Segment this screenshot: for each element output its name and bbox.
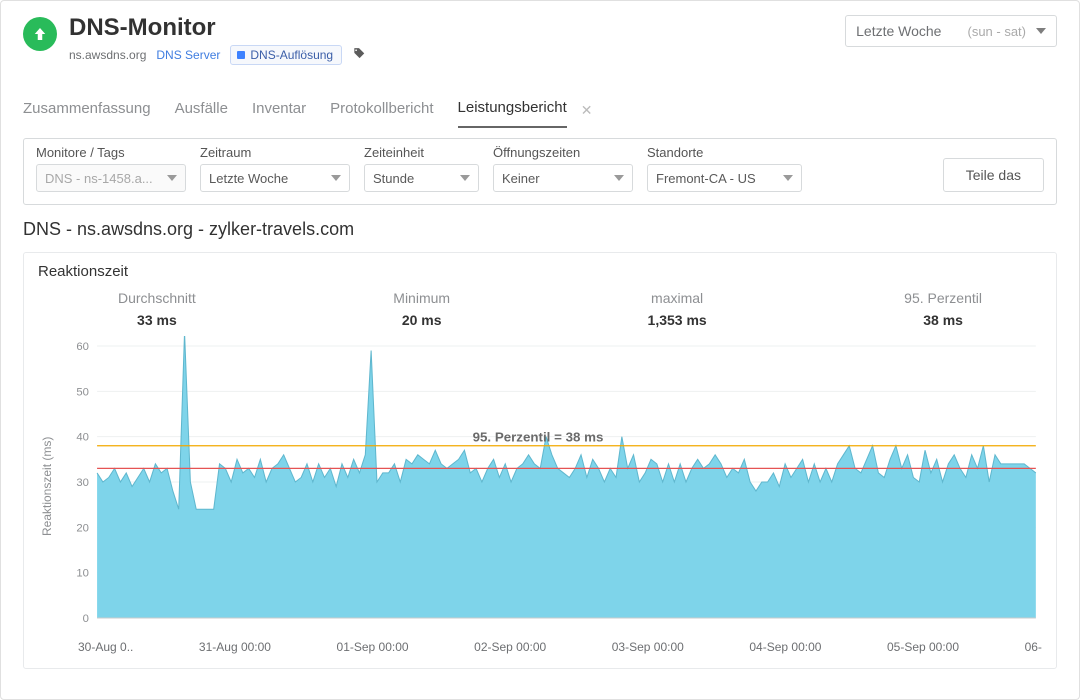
share-button[interactable]: Teile das	[943, 158, 1044, 192]
svg-text:0: 0	[83, 614, 89, 626]
chevron-down-icon	[1036, 28, 1046, 34]
chevron-down-icon	[614, 175, 624, 181]
x-axis-ticks: 30-Aug 0..31-Aug 00:0001-Sep 00:0002-Sep…	[38, 636, 1042, 654]
hours-select[interactable]: Keiner	[493, 164, 633, 192]
svg-text:50: 50	[76, 387, 89, 399]
page-header: DNS-Monitor ns.awsdns.org DNS Server DNS…	[23, 15, 1057, 65]
locations-label: Standorte	[647, 145, 802, 160]
svg-text:60: 60	[76, 342, 89, 354]
tab-logreport[interactable]: Protokollbericht	[330, 94, 433, 127]
filter-bar: Monitore / Tags DNS - ns-1458.a... Zeitr…	[23, 138, 1057, 205]
stat-avg: Durchschnitt 33 ms	[118, 290, 196, 328]
stat-min: Minimum 20 ms	[393, 290, 450, 328]
dns-server-link[interactable]: DNS Server	[156, 48, 220, 62]
monitors-select[interactable]: DNS - ns-1458.a...	[36, 164, 186, 192]
chevron-down-icon	[460, 175, 470, 181]
monitors-label: Monitore / Tags	[36, 145, 186, 160]
chip-label: DNS-Auflösung	[250, 48, 333, 62]
svg-text:30: 30	[76, 478, 89, 490]
card-heading: Reaktionszeit	[38, 263, 1042, 280]
tab-inventory[interactable]: Inventar	[252, 94, 306, 127]
chevron-down-icon	[167, 175, 177, 181]
monitor-host: ns.awsdns.org	[69, 48, 146, 62]
y-axis-label: Reaktionszeit (ms)	[38, 336, 56, 636]
chevron-down-icon	[783, 175, 793, 181]
tab-outages[interactable]: Ausfälle	[175, 94, 228, 127]
chevron-down-icon	[331, 175, 341, 181]
square-icon	[237, 51, 245, 59]
resolution-chip[interactable]: DNS-Auflösung	[230, 45, 342, 65]
page-title: DNS-Monitor	[69, 15, 366, 41]
timerange-primary: Letzte Woche	[856, 23, 941, 39]
unit-label: Zeiteinheit	[364, 145, 479, 160]
tab-perfreport[interactable]: Leistungsbericht	[458, 93, 567, 128]
timerange-dropdown[interactable]: Letzte Woche (sun - sat)	[845, 15, 1057, 47]
period-label: Zeitraum	[200, 145, 350, 160]
unit-select[interactable]: Stunde	[364, 164, 479, 192]
reaction-time-card: Reaktionszeit Durchschnitt 33 ms Minimum…	[23, 252, 1057, 669]
timerange-secondary: (sun - sat)	[967, 24, 1026, 39]
svg-text:10: 10	[76, 568, 89, 580]
stats-row: Durchschnitt 33 ms Minimum 20 ms maximal…	[38, 286, 1042, 328]
stat-max: maximal 1,353 ms	[648, 290, 707, 328]
panel-title: DNS - ns.awsdns.org - zylker-travels.com	[23, 219, 1057, 240]
period-select[interactable]: Letzte Woche	[200, 164, 350, 192]
tag-icon[interactable]	[352, 47, 366, 64]
svg-text:40: 40	[76, 432, 89, 444]
hours-label: Öffnungszeiten	[493, 145, 633, 160]
reaction-time-chart[interactable]: 0 10 20 30 40 50 60 95. Perzentil = 38 ms	[56, 336, 1042, 636]
svg-text:20: 20	[76, 523, 89, 535]
status-up-icon	[23, 17, 57, 51]
stat-p95: 95. Perzentil 38 ms	[904, 290, 982, 328]
close-tab-icon[interactable]: ✕	[581, 102, 593, 119]
svg-text:95. Perzentil = 38 ms: 95. Perzentil = 38 ms	[473, 430, 604, 445]
chart-area: Reaktionszeit (ms) 0 10 20 30 40 50 60 95. Perz…	[38, 336, 1042, 636]
tab-summary[interactable]: Zusammenfassung	[23, 94, 151, 127]
tabs: Zusammenfassung Ausfälle Inventar Protok…	[23, 93, 1057, 128]
report-panel: DNS - ns.awsdns.org - zylker-travels.com…	[23, 219, 1057, 669]
locations-select[interactable]: Fremont-CA - US	[647, 164, 802, 192]
